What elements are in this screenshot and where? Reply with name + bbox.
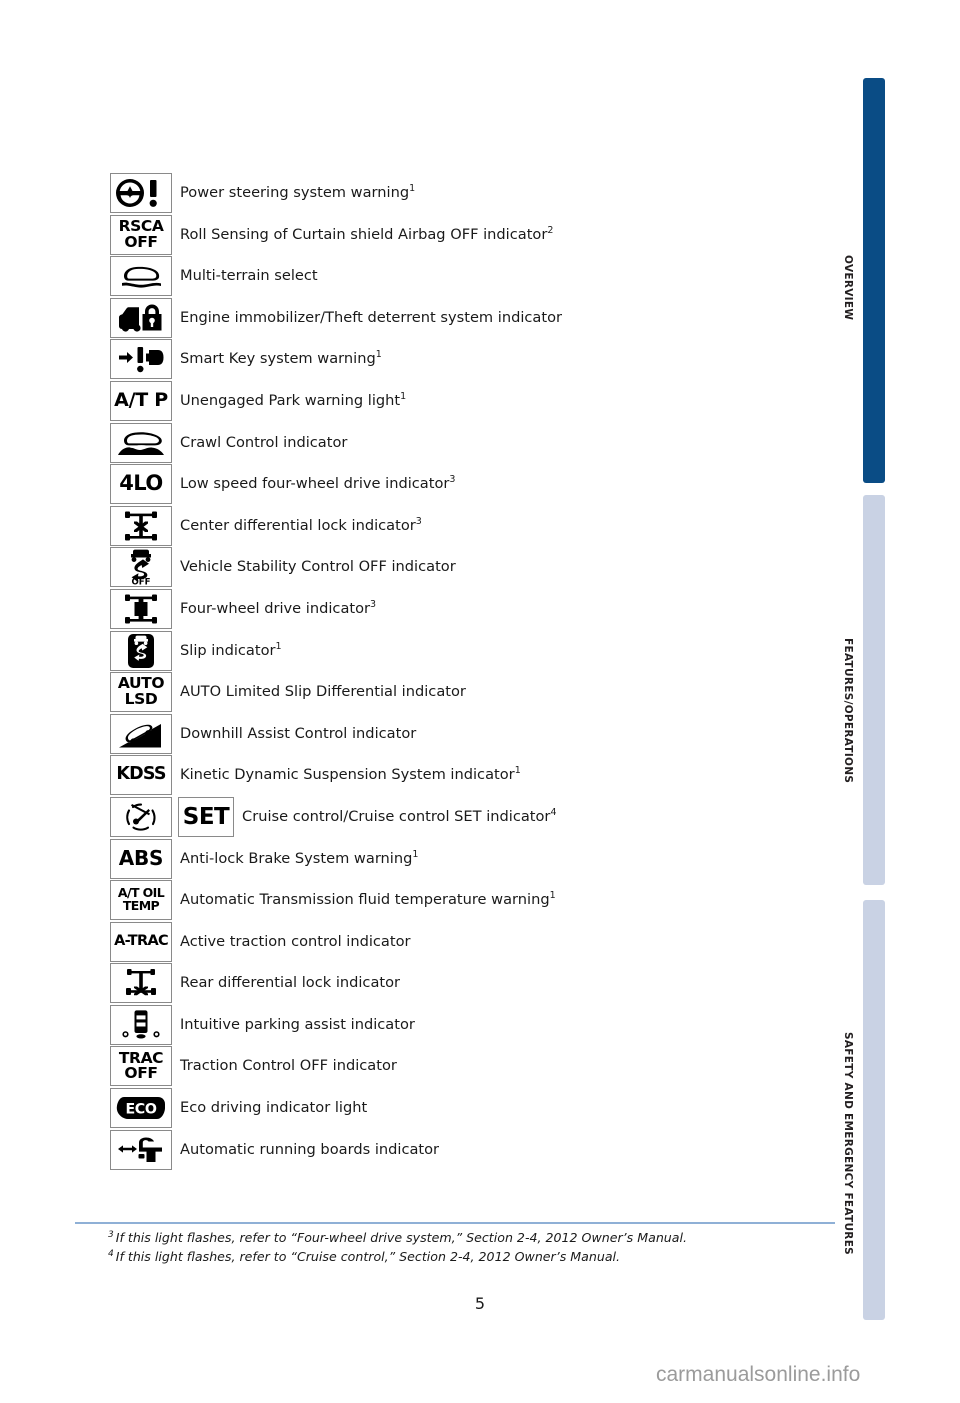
- manual-page: OVERVIEW FEATURES/OPERATIONS SAFETY AND …: [0, 0, 960, 1403]
- indicator-label: Traction Control OFF indicator: [180, 1057, 397, 1075]
- svg-text:ECO: ECO: [126, 1101, 157, 1117]
- at-p-text-icon: A/T P: [110, 380, 172, 421]
- indicator-label: Power steering system warning1: [180, 183, 416, 201]
- crawl-control-icon: [110, 422, 172, 463]
- indicator-label: Crawl Control indicator: [180, 433, 348, 451]
- multi-terrain-select-icon: [110, 256, 172, 297]
- table-row: RSCA OFF Roll Sensing of Curtain shield A…: [110, 214, 840, 257]
- table-row: A-TRAC Active traction control indicator: [110, 921, 840, 964]
- table-row: Engine immobilizer/Theft deterrent syste…: [110, 297, 840, 340]
- indicator-label: Smart Key system warning1: [180, 349, 382, 368]
- indicator-label: Eco driving indicator light: [180, 1099, 368, 1117]
- table-row: A/T OIL TEMP Automatic Transmission fluid…: [110, 880, 840, 922]
- rsca-off-text-icon: RSCA OFF: [110, 214, 172, 255]
- table-row: Center differential lock indicator3: [110, 505, 840, 548]
- indicator-label: Vehicle Stability Control OFF indicator: [180, 558, 456, 576]
- indicator-label: Automatic running boards indicator: [180, 1140, 440, 1158]
- table-row: Power steering system warning1: [110, 173, 840, 215]
- engine-immobilizer-icon: [110, 297, 172, 338]
- smart-key-warning-icon: [110, 339, 172, 380]
- kdss-text-icon: KDSS: [110, 755, 172, 796]
- table-row: TRAC OFF Traction Control OFF indicator: [110, 1046, 840, 1088]
- table-row: A/T P Unengaged Park warning light1: [110, 380, 840, 423]
- table-row: SET Cruise control/Cruise control SET in…: [110, 796, 840, 839]
- table-row: Rear differential lock indicator: [110, 963, 840, 1005]
- table-row: 4LO Low speed four-wheel drive indicator…: [110, 464, 840, 506]
- side-tab-overview[interactable]: [863, 78, 885, 483]
- indicator-label: Downhill Assist Control indicator: [180, 724, 417, 742]
- indicator-label: Unengaged Park warning light1: [180, 391, 407, 409]
- a-trac-text-icon: A-TRAC: [110, 921, 172, 962]
- footnote-4: 4 If this light flashes, refer to “Cruise…: [108, 1248, 621, 1264]
- table-row: Four-wheel drive indicator3: [110, 588, 840, 631]
- table-row: Smart Key system warning1: [110, 339, 840, 381]
- indicator-label: Active traction control indicator: [180, 932, 411, 950]
- set-text-icon: SET: [178, 796, 234, 837]
- auto-lsd-text-icon: AUTO LSD: [110, 672, 172, 713]
- indicator-label: Automatic Transmission fluid temperature…: [180, 890, 556, 909]
- table-row: Downhill Assist Control indicator: [110, 713, 840, 756]
- steering-wheel-exclamation-icon: [110, 173, 172, 213]
- table-row: ECO Eco driving indicator light: [110, 1088, 840, 1130]
- table-row: ABS Anti-lock Brake System warning1: [110, 838, 840, 881]
- indicator-label: Roll Sensing of Curtain shield Airbag OF…: [180, 224, 554, 243]
- footnote-3: 3 If this light flashes, refer to “Four-w…: [108, 1229, 688, 1245]
- indicator-label: AUTO Limited Slip Differential indicator: [180, 683, 466, 701]
- eco-text-icon: ECO: [110, 1088, 172, 1129]
- trac-off-text-icon: TRAC OFF: [110, 1046, 172, 1087]
- side-tab-safety-emergency[interactable]: [863, 900, 885, 1320]
- indicator-label: Anti-lock Brake System warning1: [180, 848, 419, 867]
- side-tab-features-operations[interactable]: [863, 495, 885, 885]
- table-row: OFF Vehicle Stability Control OFF indica…: [110, 547, 840, 589]
- table-row: KDSS Kinetic Dynamic Suspension System i…: [110, 755, 840, 797]
- table-row: AUTO LSD AUTO Limited Slip Differential i…: [110, 672, 840, 714]
- four-lo-text-icon: 4LO: [110, 464, 172, 505]
- table-row: Automatic running boards indicator: [110, 1129, 840, 1172]
- table-row: Crawl Control indicator: [110, 422, 840, 465]
- table-row: Slip indicator1: [110, 630, 840, 673]
- indicator-label: Intuitive parking assist indicator: [180, 1015, 415, 1033]
- indicator-label: Cruise control/Cruise control SET indica…: [242, 807, 557, 825]
- indicator-label: Slip indicator1: [180, 640, 282, 659]
- svg-text:OFF: OFF: [131, 578, 150, 586]
- indicator-label: Center differential lock indicator3: [180, 515, 422, 534]
- downhill-assist-control-icon: [110, 713, 172, 754]
- footnote-divider: [75, 1222, 835, 1224]
- slip-indicator-icon: [110, 630, 172, 671]
- cruise-control-icon: [110, 796, 172, 837]
- indicator-label: Engine immobilizer/Theft deterrent syste…: [180, 308, 563, 326]
- page-number: 5: [474, 1294, 486, 1313]
- intuitive-parking-assist-icon: [110, 1004, 172, 1045]
- indicator-label: Kinetic Dynamic Suspension System indica…: [180, 765, 521, 784]
- indicator-label: Four-wheel drive indicator3: [180, 599, 377, 617]
- at-oil-temp-text-icon: A/T OIL TEMP: [110, 880, 172, 921]
- table-row: Multi-terrain select: [110, 256, 840, 298]
- rear-differential-lock-icon: [110, 963, 172, 1004]
- indicator-label: Multi-terrain select: [180, 267, 318, 285]
- automatic-running-boards-icon: [110, 1129, 172, 1170]
- abs-text-icon: ABS: [110, 838, 172, 879]
- indicator-symbol-list: Power steering system warning1 RSCA OFF R…: [110, 173, 840, 1171]
- indicator-label: Rear differential lock indicator: [180, 974, 401, 992]
- vehicle-stability-control-off-icon: OFF: [110, 547, 172, 588]
- footnote-block: 3 If this light flashes, refer to “Four-w…: [108, 1228, 838, 1266]
- table-row: Intuitive parking assist indicator: [110, 1004, 840, 1047]
- site-watermark: carmanualsonline.info: [656, 1363, 861, 1386]
- indicator-label: Low speed four-wheel drive indicator3: [180, 474, 456, 493]
- four-wheel-drive-icon: [110, 588, 172, 629]
- center-differential-lock-icon: [110, 505, 172, 546]
